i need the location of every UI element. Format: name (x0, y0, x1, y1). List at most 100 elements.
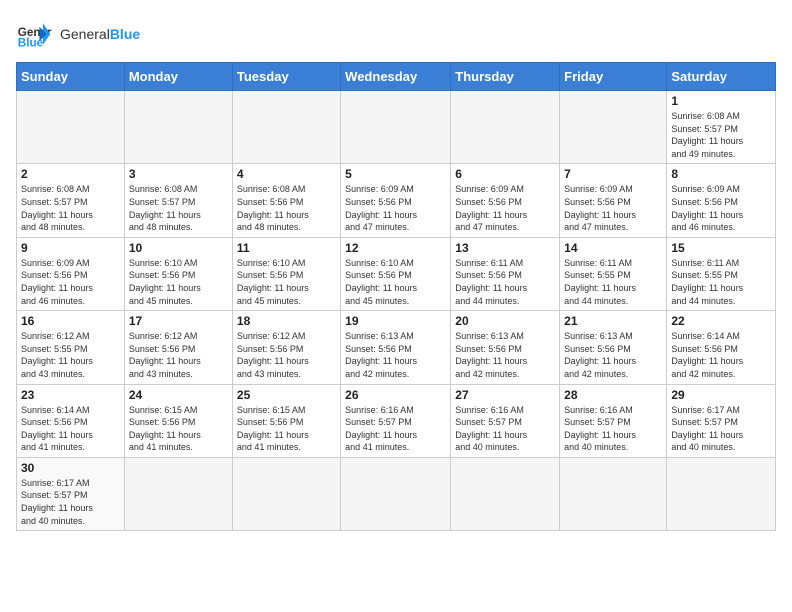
day-info: Sunrise: 6:09 AM Sunset: 5:56 PM Dayligh… (671, 183, 771, 233)
day-info: Sunrise: 6:16 AM Sunset: 5:57 PM Dayligh… (455, 404, 555, 454)
logo-general-text: GeneralBlue (60, 26, 140, 42)
calendar-cell: 3Sunrise: 6:08 AM Sunset: 5:57 PM Daylig… (124, 164, 232, 237)
calendar-cell: 24 Sunrise: 6:15 AM Sunset: 5:56 PM Dayli… (124, 384, 232, 457)
day-number: 7 (564, 167, 662, 181)
day-info: Sunrise: 6:15 AM Sunset: 5:56 PM Dayligh… (237, 404, 336, 454)
calendar-cell (124, 457, 232, 530)
calendar-cell: 14 Sunrise: 6:11 AM Sunset: 5:55 PM Dayli… (560, 237, 667, 310)
day-number: 15 (671, 241, 771, 255)
day-number: 16 (21, 314, 120, 328)
day-number: 8 (671, 167, 771, 181)
calendar-cell: 18Sunrise: 6:12 AM Sunset: 5:56 PM Dayli… (232, 311, 340, 384)
calendar-cell: 20 Sunrise: 6:13 AM Sunset: 5:56 PM Dayli… (451, 311, 560, 384)
calendar-cell (451, 457, 560, 530)
calendar-week-5: 23 Sunrise: 6:14 AM Sunset: 5:56 PM Dayli… (17, 384, 776, 457)
calendar-cell: 21 Sunrise: 6:13 AM Sunset: 5:56 PM Dayli… (560, 311, 667, 384)
calendar-cell: 22 Sunrise: 6:14 AM Sunset: 5:56 PM Dayli… (667, 311, 776, 384)
calendar-cell (341, 91, 451, 164)
day-info: Sunrise: 6:08 AM Sunset: 5:56 PM Dayligh… (237, 183, 336, 233)
logo-icon: General Blue (16, 16, 52, 52)
header-monday: Monday (124, 63, 232, 91)
day-number: 6 (455, 167, 555, 181)
calendar-cell: 2Sunrise: 6:08 AM Sunset: 5:57 PM Daylig… (17, 164, 125, 237)
header-sunday: Sunday (17, 63, 125, 91)
day-number: 22 (671, 314, 771, 328)
day-info: Sunrise: 6:09 AM Sunset: 5:56 PM Dayligh… (21, 257, 120, 307)
day-info: Sunrise: 6:17 AM Sunset: 5:57 PM Dayligh… (671, 404, 771, 454)
calendar-cell (667, 457, 776, 530)
day-info: Sunrise: 6:12 AM Sunset: 5:56 PM Dayligh… (129, 330, 228, 380)
calendar-week-2: 2Sunrise: 6:08 AM Sunset: 5:57 PM Daylig… (17, 164, 776, 237)
calendar-week-1: 1 Sunrise: 6:08 AM Sunset: 5:57 PM Daylig… (17, 91, 776, 164)
calendar-cell (560, 457, 667, 530)
day-info: Sunrise: 6:10 AM Sunset: 5:56 PM Dayligh… (237, 257, 336, 307)
calendar-cell: 1 Sunrise: 6:08 AM Sunset: 5:57 PM Daylig… (667, 91, 776, 164)
day-number: 18 (237, 314, 336, 328)
day-info: Sunrise: 6:15 AM Sunset: 5:56 PM Dayligh… (129, 404, 228, 454)
calendar-cell (451, 91, 560, 164)
day-number: 25 (237, 388, 336, 402)
day-number: 17 (129, 314, 228, 328)
day-number: 28 (564, 388, 662, 402)
day-info: Sunrise: 6:14 AM Sunset: 5:56 PM Dayligh… (671, 330, 771, 380)
header-wednesday: Wednesday (341, 63, 451, 91)
day-info: Sunrise: 6:16 AM Sunset: 5:57 PM Dayligh… (345, 404, 446, 454)
day-number: 13 (455, 241, 555, 255)
day-info: Sunrise: 6:12 AM Sunset: 5:55 PM Dayligh… (21, 330, 120, 380)
day-number: 10 (129, 241, 228, 255)
calendar-cell: 11 Sunrise: 6:10 AM Sunset: 5:56 PM Dayli… (232, 237, 340, 310)
day-info: Sunrise: 6:09 AM Sunset: 5:56 PM Dayligh… (564, 183, 662, 233)
calendar-week-3: 9Sunrise: 6:09 AM Sunset: 5:56 PM Daylig… (17, 237, 776, 310)
calendar-cell: 4 Sunrise: 6:08 AM Sunset: 5:56 PM Daylig… (232, 164, 340, 237)
calendar-cell: 6Sunrise: 6:09 AM Sunset: 5:56 PM Daylig… (451, 164, 560, 237)
calendar-cell: 7 Sunrise: 6:09 AM Sunset: 5:56 PM Daylig… (560, 164, 667, 237)
calendar-cell: 13Sunrise: 6:11 AM Sunset: 5:56 PM Dayli… (451, 237, 560, 310)
day-number: 21 (564, 314, 662, 328)
day-info: Sunrise: 6:14 AM Sunset: 5:56 PM Dayligh… (21, 404, 120, 454)
calendar-cell: 17 Sunrise: 6:12 AM Sunset: 5:56 PM Dayli… (124, 311, 232, 384)
day-number: 27 (455, 388, 555, 402)
day-number: 1 (671, 94, 771, 108)
calendar-table: SundayMondayTuesdayWednesdayThursdayFrid… (16, 62, 776, 531)
calendar-cell: 8 Sunrise: 6:09 AM Sunset: 5:56 PM Daylig… (667, 164, 776, 237)
page-header: General Blue GeneralBlue (16, 16, 776, 52)
calendar-cell: 12Sunrise: 6:10 AM Sunset: 5:56 PM Dayli… (341, 237, 451, 310)
day-number: 4 (237, 167, 336, 181)
calendar-cell: 25 Sunrise: 6:15 AM Sunset: 5:56 PM Dayli… (232, 384, 340, 457)
logo: General Blue GeneralBlue (16, 16, 140, 52)
day-number: 24 (129, 388, 228, 402)
day-number: 20 (455, 314, 555, 328)
calendar-cell: 29 Sunrise: 6:17 AM Sunset: 5:57 PM Dayli… (667, 384, 776, 457)
day-info: Sunrise: 6:10 AM Sunset: 5:56 PM Dayligh… (345, 257, 446, 307)
day-number: 5 (345, 167, 446, 181)
calendar-cell (17, 91, 125, 164)
header-thursday: Thursday (451, 63, 560, 91)
day-number: 11 (237, 241, 336, 255)
header-saturday: Saturday (667, 63, 776, 91)
day-info: Sunrise: 6:13 AM Sunset: 5:56 PM Dayligh… (564, 330, 662, 380)
day-info: Sunrise: 6:10 AM Sunset: 5:56 PM Dayligh… (129, 257, 228, 307)
day-info: Sunrise: 6:08 AM Sunset: 5:57 PM Dayligh… (21, 183, 120, 233)
calendar-cell: 19Sunrise: 6:13 AM Sunset: 5:56 PM Dayli… (341, 311, 451, 384)
calendar-cell (341, 457, 451, 530)
calendar-week-6: 30Sunrise: 6:17 AM Sunset: 5:57 PM Dayli… (17, 457, 776, 530)
day-info: Sunrise: 6:11 AM Sunset: 5:55 PM Dayligh… (564, 257, 662, 307)
day-info: Sunrise: 6:11 AM Sunset: 5:55 PM Dayligh… (671, 257, 771, 307)
calendar-header-row: SundayMondayTuesdayWednesdayThursdayFrid… (17, 63, 776, 91)
day-info: Sunrise: 6:13 AM Sunset: 5:56 PM Dayligh… (455, 330, 555, 380)
day-info: Sunrise: 6:09 AM Sunset: 5:56 PM Dayligh… (345, 183, 446, 233)
day-number: 14 (564, 241, 662, 255)
day-info: Sunrise: 6:08 AM Sunset: 5:57 PM Dayligh… (671, 110, 771, 160)
day-number: 29 (671, 388, 771, 402)
day-info: Sunrise: 6:17 AM Sunset: 5:57 PM Dayligh… (21, 477, 120, 527)
day-info: Sunrise: 6:16 AM Sunset: 5:57 PM Dayligh… (564, 404, 662, 454)
calendar-cell: 5 Sunrise: 6:09 AM Sunset: 5:56 PM Daylig… (341, 164, 451, 237)
calendar-cell: 10 Sunrise: 6:10 AM Sunset: 5:56 PM Dayli… (124, 237, 232, 310)
day-number: 26 (345, 388, 446, 402)
calendar-week-4: 16 Sunrise: 6:12 AM Sunset: 5:55 PM Dayli… (17, 311, 776, 384)
calendar-cell: 26 Sunrise: 6:16 AM Sunset: 5:57 PM Dayli… (341, 384, 451, 457)
day-number: 23 (21, 388, 120, 402)
calendar-cell: 16 Sunrise: 6:12 AM Sunset: 5:55 PM Dayli… (17, 311, 125, 384)
calendar-cell: 9Sunrise: 6:09 AM Sunset: 5:56 PM Daylig… (17, 237, 125, 310)
calendar-cell (232, 91, 340, 164)
